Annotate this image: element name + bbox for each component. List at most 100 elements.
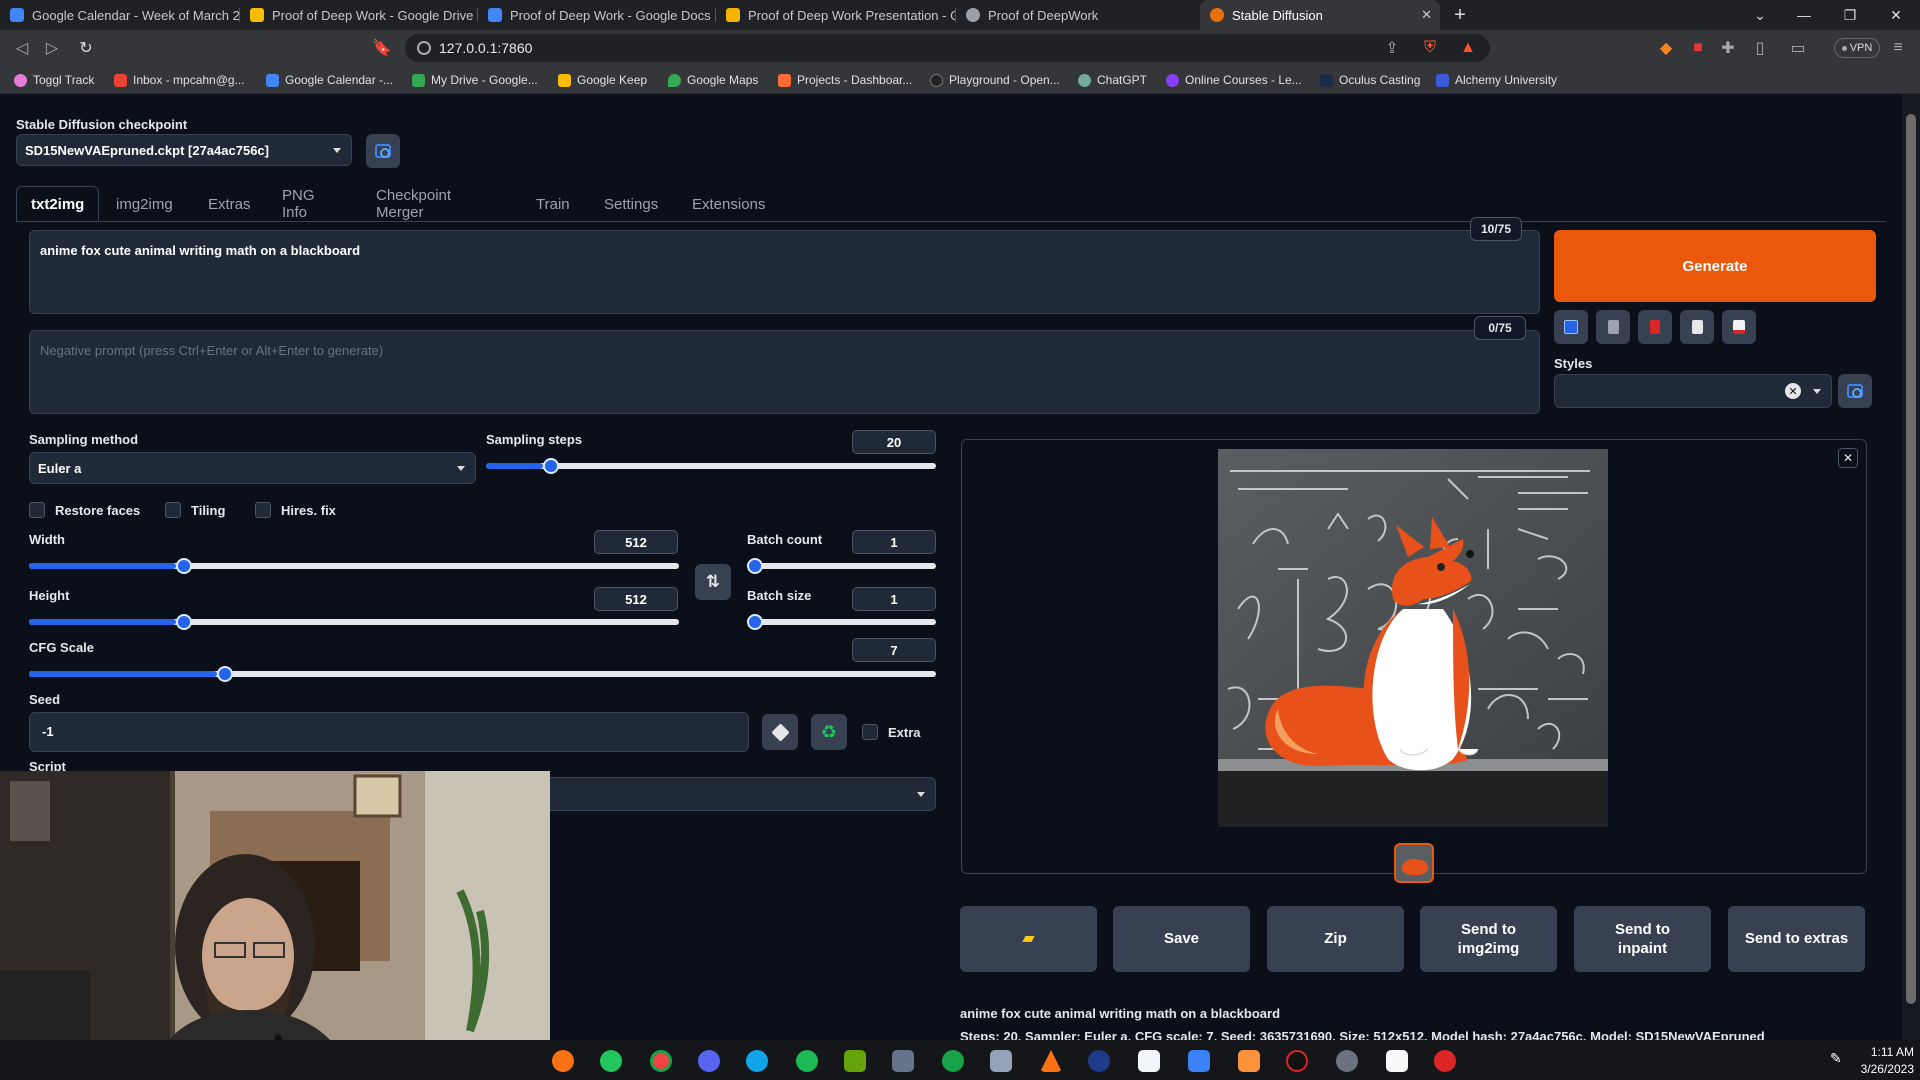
app-red-icon[interactable] [1434,1050,1456,1072]
clear-styles-icon[interactable]: ✕ [1785,383,1801,399]
tab-settings[interactable]: Settings [590,186,672,222]
read-params-button[interactable] [1554,310,1588,344]
minimize-icon[interactable]: — [1784,0,1824,30]
send-to-extras-button[interactable]: Send to extras [1728,906,1865,972]
browser-tab-drive[interactable]: Proof of Deep Work - Google Drive [240,0,478,30]
sampling-steps-input[interactable]: 20 [852,430,936,454]
reuse-seed-button[interactable]: ♻ [811,714,847,750]
bookmark-oculus[interactable]: Oculus Casting [1320,71,1420,89]
extensions-puzzle-icon[interactable]: ✚ [1716,36,1740,60]
site-info-icon[interactable] [417,41,431,55]
telegram-icon[interactable] [746,1050,768,1072]
checkbox-box[interactable] [255,502,271,518]
checkpoint-select[interactable]: SD15NewVAEpruned.ckpt [27a4ac756c] [16,134,352,166]
discord-icon[interactable] [698,1050,720,1072]
clear-prompt-button[interactable] [1596,310,1630,344]
negative-prompt-input[interactable]: Negative prompt (press Ctrl+Enter or Alt… [29,330,1540,414]
checkbox-box[interactable] [165,502,181,518]
batch-size-slider[interactable] [747,614,936,630]
slider-handle[interactable] [175,558,192,574]
bookmark-keep[interactable]: Google Keep [558,71,647,89]
browser-tab-proof[interactable]: Proof of DeepWork [956,0,1196,30]
height-slider[interactable] [29,614,679,630]
taskbar-date[interactable]: 3/26/2023 [1852,1062,1914,1076]
metamask-icon[interactable]: ◆ [1654,36,1678,60]
generated-image[interactable] [1218,449,1608,827]
bookmark-maps[interactable]: Google Maps [668,71,758,89]
app-green-icon[interactable] [844,1050,866,1072]
vpn-button[interactable]: VPN [1834,38,1880,58]
browser-tab-slides[interactable]: Proof of Deep Work Presentation - Go [716,0,956,30]
slider-handle[interactable] [747,558,763,574]
batch-count-slider[interactable] [747,558,936,574]
zip-button[interactable]: Zip [1267,906,1404,972]
cfg-scale-slider[interactable] [29,666,936,682]
tab-png-info[interactable]: PNG Info [268,186,329,222]
styles-select[interactable]: ✕ [1554,374,1832,408]
extra-networks-button[interactable] [1638,310,1672,344]
steam-icon[interactable] [1088,1050,1110,1072]
bookmark-drive[interactable]: My Drive - Google... [412,71,538,89]
page-scrollbar[interactable] [1902,94,1920,1040]
apply-style-button[interactable] [1680,310,1714,344]
extra-seed-checkbox[interactable]: Extra [862,724,921,740]
pen-icon[interactable]: ✎ [1830,1050,1846,1072]
bookmark-alchemy[interactable]: Alchemy University [1436,71,1557,89]
close-preview-icon[interactable]: ✕ [1838,448,1858,468]
tab-search-icon[interactable]: ⌄ [1740,0,1780,30]
save-style-button[interactable] [1722,310,1756,344]
sampling-steps-slider[interactable] [486,458,936,474]
bookmark-chatgpt[interactable]: ChatGPT [1078,71,1147,89]
slider-handle[interactable] [747,614,763,630]
bookmark-projects[interactable]: Projects - Dashboar... [778,71,912,89]
app-gray-icon[interactable] [892,1050,914,1072]
tab-img2img[interactable]: img2img [102,186,187,222]
bookmark-online-courses[interactable]: Online Courses - Le... [1166,71,1302,89]
openai-icon[interactable] [1336,1050,1358,1072]
address-bar[interactable]: 127.0.0.1:7860 [405,34,1490,62]
restore-icon[interactable]: ❐ [1830,0,1870,30]
tiling-checkbox[interactable]: Tiling [165,502,225,518]
sidebar-icon[interactable]: ▯ [1748,36,1772,60]
slider-handle[interactable] [543,458,560,474]
cfg-scale-input[interactable]: 7 [852,638,936,662]
refresh-styles-button[interactable] [1838,374,1872,408]
tab-extensions[interactable]: Extensions [678,186,779,222]
tab-checkpoint-merger[interactable]: Checkpoint Merger [362,186,465,222]
restore-faces-checkbox[interactable]: Restore faces [29,502,140,518]
wallet-icon[interactable]: ▭ [1786,36,1810,60]
bookmark-playground[interactable]: Playground - Open... [930,71,1060,89]
app-refresh-icon[interactable] [942,1050,964,1072]
refresh-checkpoint-button[interactable] [366,134,400,168]
batch-count-input[interactable]: 1 [852,530,936,554]
slider-handle[interactable] [216,666,233,682]
brave-rewards-icon[interactable]: ▲ [1456,36,1480,60]
bookmark-calendar[interactable]: Google Calendar -... [266,71,393,89]
window-close-icon[interactable]: ✕ [1876,0,1916,30]
back-icon[interactable]: ◁ [10,36,34,60]
browser-tab-stable-diffusion[interactable]: Stable Diffusion ✕ [1200,0,1440,30]
width-slider[interactable] [29,558,679,574]
open-folder-button[interactable]: ▰ [960,906,1097,972]
send-to-inpaint-button[interactable]: Send to inpaint [1574,906,1711,972]
scrollbar-thumb[interactable] [1906,114,1916,1004]
tab-train[interactable]: Train [522,186,584,222]
tab-extras[interactable]: Extras [194,186,265,222]
brave-icon[interactable] [552,1050,574,1072]
close-tab-icon[interactable]: ✕ [1421,7,1432,23]
checkbox-box[interactable] [29,502,45,518]
generate-button[interactable]: Generate [1554,230,1876,302]
taskbar-time[interactable]: 1:11 AM [1852,1045,1914,1059]
tab-txt2img[interactable]: txt2img [16,186,100,222]
random-seed-button[interactable] [762,714,798,750]
extension-red-icon[interactable]: ■ [1686,36,1710,60]
app-grid-icon[interactable] [1188,1050,1210,1072]
menu-icon[interactable]: ≡ [1886,36,1910,60]
brave-shield-icon[interactable]: ⛨ [1418,36,1442,60]
swap-dimensions-button[interactable]: ⇅ [695,564,731,600]
prompt-input[interactable]: anime fox cute animal writing math on a … [29,230,1540,314]
sampling-method-select[interactable]: Euler a [29,452,476,484]
forward-icon[interactable]: ▷ [40,36,64,60]
robinhood-icon[interactable] [600,1050,622,1072]
app-orange-icon[interactable] [1238,1050,1260,1072]
